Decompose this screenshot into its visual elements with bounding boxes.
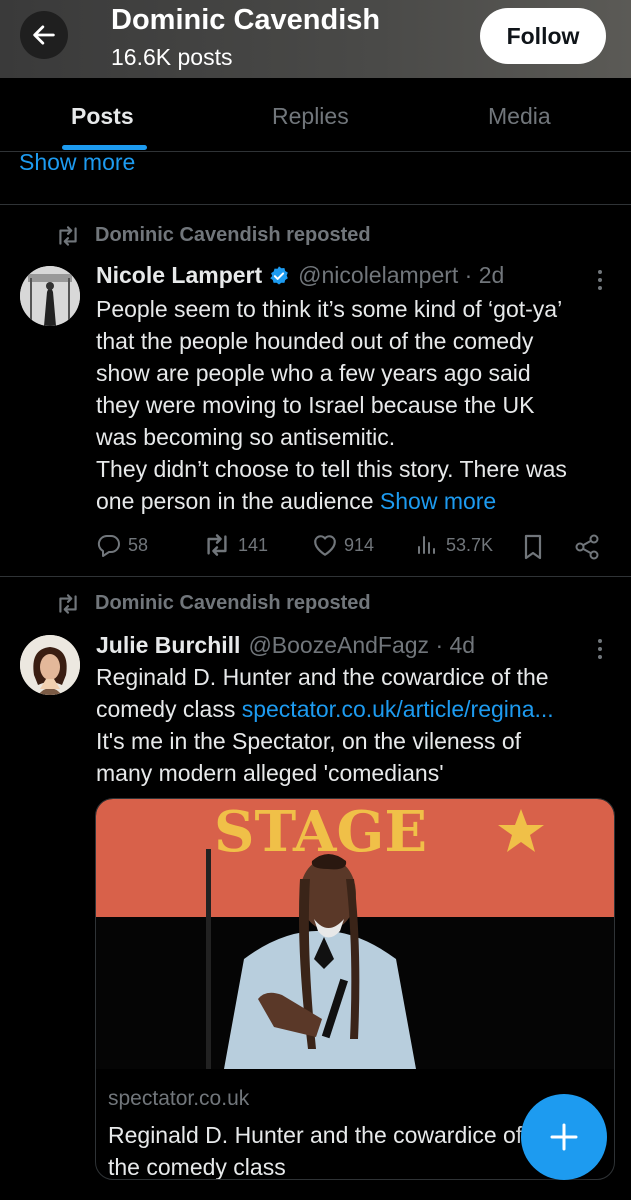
reply-icon	[97, 534, 120, 557]
post-text: People seem to think it’s some kind of ‘…	[96, 296, 567, 514]
profile-name: Dominic Cavendish	[111, 4, 381, 36]
tab-replies[interactable]: Replies	[272, 103, 349, 130]
more-options-icon[interactable]	[588, 636, 612, 662]
post-author: Julie Burchill @BoozeAndFagz · 4d	[96, 632, 475, 659]
repost-icon	[59, 225, 77, 246]
divider	[0, 204, 631, 205]
back-button[interactable]	[20, 11, 68, 59]
verified-badge-icon	[270, 265, 288, 285]
post-text: Reginald D. Hunter and the cowardice of …	[96, 664, 554, 786]
bookmark-icon[interactable]	[521, 533, 545, 561]
repost-button[interactable]: 141	[202, 533, 268, 557]
show-more-link[interactable]: Show more	[380, 488, 496, 514]
repost-icon	[59, 593, 77, 614]
repost-label: Dominic Cavendish reposted	[95, 224, 371, 246]
profile-tabs: Posts Replies Media	[0, 78, 631, 152]
views-chart-icon	[418, 536, 435, 554]
repost-indicator: Dominic Cavendish reposted	[55, 224, 371, 247]
author-name[interactable]: Nicole Lampert	[96, 262, 262, 289]
avatar[interactable]	[20, 635, 80, 695]
posts-count: 16.6K posts	[111, 44, 233, 70]
compose-button[interactable]	[521, 1094, 607, 1180]
stage-sign-text: STAGE	[214, 799, 427, 865]
show-more-link[interactable]: Show more	[19, 149, 135, 176]
repost-icon	[207, 534, 227, 556]
post-actions: 58 141 914 53.7K	[96, 533, 616, 563]
avatar[interactable]	[20, 266, 80, 326]
repost-indicator: Dominic Cavendish reposted	[55, 592, 371, 615]
author-name[interactable]: Julie Burchill	[96, 632, 240, 659]
card-image: STAGE	[96, 799, 614, 1069]
article-link[interactable]: spectator.co.uk/article/regina...	[242, 696, 554, 722]
card-title: Reginald D. Hunter and the cowardice of …	[108, 1122, 523, 1180]
plus-icon	[550, 1123, 578, 1151]
views-button[interactable]: 53.7K	[414, 533, 493, 557]
follow-button[interactable]: Follow	[480, 8, 606, 64]
tab-media[interactable]: Media	[488, 103, 551, 130]
share-icon[interactable]	[573, 533, 601, 561]
author-handle-time: @nicolelampert · 2d	[298, 262, 505, 288]
profile-header: Dominic Cavendish 16.6K posts Follow	[0, 0, 631, 78]
author-handle-time: @BoozeAndFagz · 4d	[248, 632, 476, 658]
tab-posts[interactable]: Posts	[71, 103, 134, 130]
like-button[interactable]: 914	[312, 533, 374, 557]
divider	[0, 576, 631, 577]
post-author: Nicole Lampert @nicolelampert · 2d	[96, 262, 504, 289]
arrow-left-icon	[33, 25, 55, 45]
repost-label: Dominic Cavendish reposted	[95, 592, 371, 614]
heart-icon	[314, 535, 336, 556]
more-options-icon[interactable]	[588, 267, 612, 293]
reply-button[interactable]: 58	[96, 533, 148, 557]
card-domain: spectator.co.uk	[108, 1087, 250, 1110]
